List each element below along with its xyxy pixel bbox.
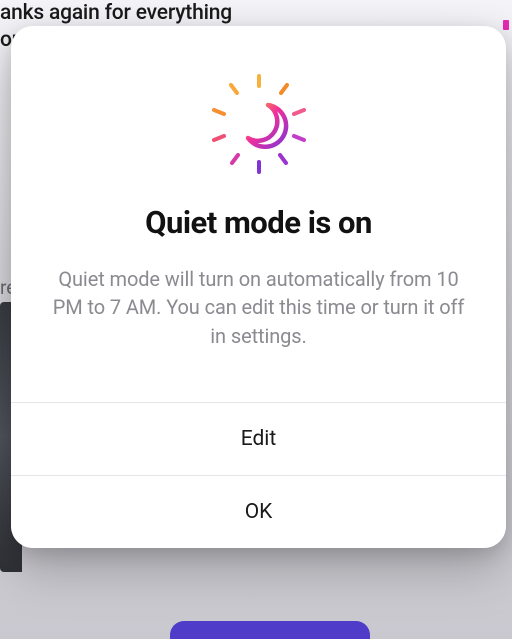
- background-accent-strip: [503, 20, 509, 30]
- dialog-description: Quiet mode will turn on automatically fr…: [43, 265, 474, 350]
- dialog-title: Quiet mode is on: [39, 204, 478, 241]
- quiet-mode-dialog: Quiet mode is on Quiet mode will turn on…: [11, 26, 506, 548]
- ok-button[interactable]: OK: [11, 475, 506, 548]
- edit-button[interactable]: Edit: [11, 402, 506, 475]
- dialog-icon-container: [11, 68, 506, 182]
- background-bottom-bar: [170, 621, 370, 639]
- ok-button-label: OK: [245, 500, 273, 524]
- quiet-mode-moon-icon: [204, 68, 314, 182]
- edit-button-label: Edit: [241, 427, 277, 451]
